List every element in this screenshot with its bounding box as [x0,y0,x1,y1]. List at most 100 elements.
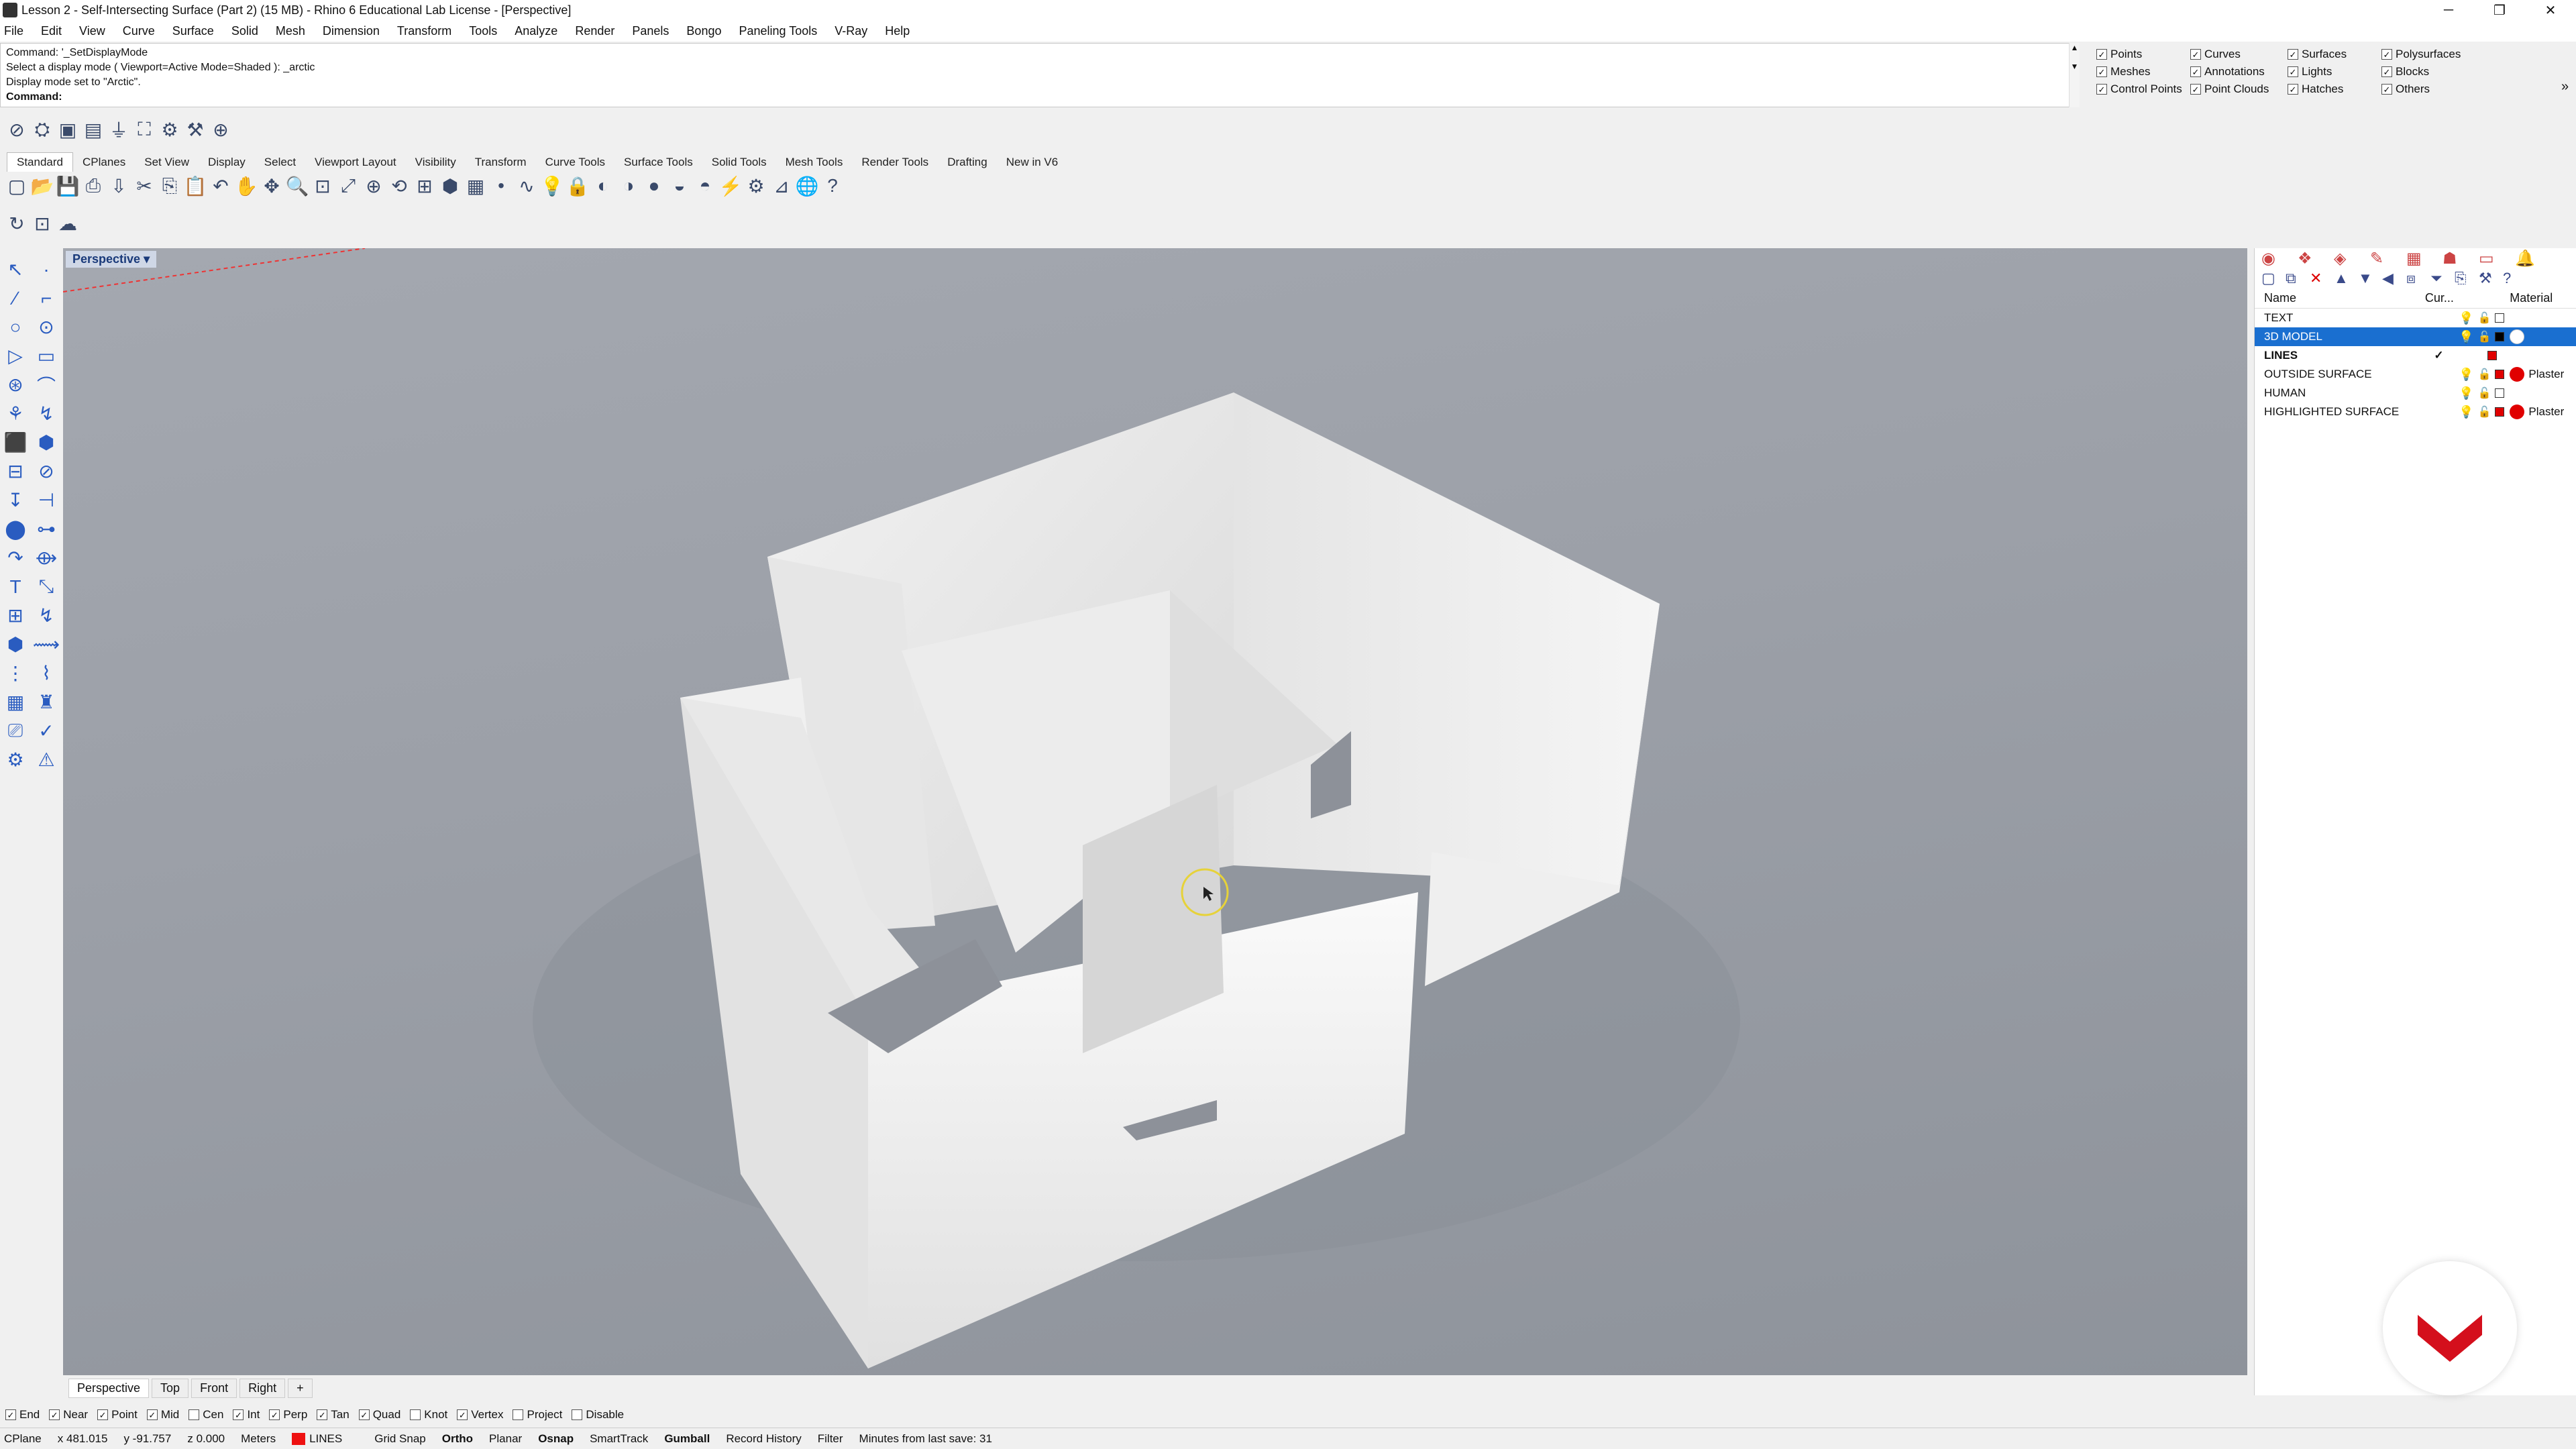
notification-bell-icon[interactable]: 🔔 [2515,249,2551,268]
scale-tool-icon[interactable]: ⤡ [39,576,54,598]
layer-row-highlighted-surface[interactable]: HIGHLIGHTED SURFACE 💡 🔓 Plaster [2255,402,2576,421]
notes-icon[interactable]: ▭ [2479,249,2515,268]
material-column-header[interactable]: Material [2504,291,2576,305]
command-scrollbar[interactable]: ▲ ▼ [2069,43,2080,107]
tab-transform[interactable]: Transform [466,153,536,172]
options-icon[interactable]: ⚙ [743,173,769,199]
tab-standard[interactable]: Standard [7,152,73,172]
lock-icon[interactable]: 🔒 [565,173,590,199]
menu-view[interactable]: View [79,24,105,38]
menu-edit[interactable]: Edit [41,24,62,38]
unlock-icon[interactable]: 🔓 [2477,386,2491,400]
split-tool-icon[interactable]: ↧ [7,489,23,511]
circle-tool-icon[interactable]: ○ [10,317,21,338]
filter-meshes[interactable]: ✓ Meshes [2096,63,2190,80]
layer-material[interactable] [2504,329,2576,344]
tab-set-view[interactable]: Set View [135,153,199,172]
text-tool-icon[interactable]: T [9,576,21,598]
polygon-tool-icon[interactable]: ▷ [8,345,23,367]
cut-icon[interactable]: ✂ [131,173,157,199]
bongo-icon[interactable]: ⛶ [131,117,157,142]
osnap-vertex[interactable]: ✓ Vertex [457,1408,503,1421]
filter-surfaces[interactable]: ✓ Surfaces [2288,46,2381,63]
checkbox-icon[interactable]: ✓ [97,1409,109,1420]
layer-color-swatch[interactable] [2487,351,2498,360]
menu-bongo[interactable]: Bongo [686,24,721,38]
menu-paneling-tools[interactable]: Paneling Tools [739,24,817,38]
print-icon[interactable]: ⎙ [80,173,106,199]
tab-new-in-v6[interactable]: New in V6 [997,153,1067,172]
close-icon[interactable]: ✕ [2525,0,2576,20]
checkbox-icon[interactable]: ✓ [2381,84,2392,95]
command-history[interactable]: Command: '_SetDisplayMode Select a displ… [0,43,2080,107]
line-tool-icon[interactable]: ∕ [14,288,17,309]
layer-row-outside-surface[interactable]: OUTSIDE SURFACE 💡 🔓 Plaster [2255,365,2576,384]
ball-icon[interactable]: ◒ [667,173,692,199]
layer-color-swatch[interactable] [2495,388,2505,398]
layers-icon[interactable]: ❖ [2298,249,2334,268]
properties-icon[interactable]: ◉ [2261,249,2298,268]
grid-tool-icon[interactable]: ⊞ [7,604,23,627]
unlock-icon[interactable]: 🔓 [2477,311,2491,325]
menu-v-ray[interactable]: V-Ray [835,24,867,38]
tab-surface-tools[interactable]: Surface Tools [614,153,702,172]
new-layer-icon[interactable]: ▢ [2261,270,2286,287]
layer-color-swatch[interactable] [2495,332,2505,341]
new-file-icon[interactable]: ▢ [4,173,30,199]
menu-dimension[interactable]: Dimension [323,24,380,38]
layer-row-text[interactable]: TEXT 💡 🔓 [2255,309,2576,327]
3d-model-render[interactable] [63,248,2247,1375]
checkbox-icon[interactable] [189,1409,200,1420]
help-circle-icon[interactable]: ? [2503,270,2527,287]
box-tool-icon[interactable]: ⬛ [4,431,28,453]
viewport-tab-top[interactable]: Top [152,1378,189,1398]
layout-tool-icon[interactable]: ⎚ [8,720,23,742]
planar-toggle[interactable]: Planar [489,1432,522,1446]
environment-icon[interactable]: ◓ [692,173,718,199]
menu-analyze[interactable]: Analyze [515,24,557,38]
cage-tool-icon[interactable]: ▦ [7,691,24,713]
filter-point-clouds[interactable]: ✓ Point Clouds [2190,80,2288,98]
filter-polysurfaces[interactable]: ✓ Polysurfaces [2381,46,2496,63]
layer-row-lines[interactable]: LINES ✓ [2255,346,2576,365]
extrude-tool-icon[interactable]: ⊟ [7,460,23,482]
filter-toggle[interactable]: Filter [818,1432,843,1446]
point-tool-icon[interactable]: · [43,259,49,280]
add-viewport-icon[interactable]: + [288,1378,313,1398]
layer-material[interactable]: Plaster [2504,405,2576,419]
curve-tool-icon[interactable]: ⌒ [37,372,56,398]
checkbox-icon[interactable]: ✓ [2096,84,2107,95]
explode-tool-icon[interactable]: ↯ [38,402,54,425]
pan-icon[interactable]: ✋ [233,173,259,199]
rectangle-tool-icon[interactable]: ▭ [38,345,55,367]
osnap-end[interactable]: ✓ End [5,1408,40,1421]
menu-panels[interactable]: Panels [632,24,669,38]
osnap-tan[interactable]: ✓ Tan [317,1408,350,1421]
unlock-icon[interactable]: 🔓 [2477,405,2491,419]
move-up-icon[interactable]: ▲ [2334,270,2358,287]
restore-icon[interactable]: ❐ [2474,0,2525,20]
layer-color-swatch[interactable] [2495,313,2505,323]
render-color-icon[interactable]: ◑ [616,173,641,199]
osnap-cen[interactable]: Cen [189,1408,223,1421]
tools-icon[interactable]: ⚒ [2479,270,2503,287]
blend-tool-icon[interactable]: ⊶ [37,518,56,540]
flash-icon[interactable]: ⚡ [718,173,743,199]
checkbox-icon[interactable]: ✓ [146,1409,158,1420]
material-icon[interactable]: ◐ [590,173,616,199]
menu-transform[interactable]: Transform [397,24,451,38]
lightbulb-icon[interactable]: 💡 [2459,386,2473,400]
current-column-header[interactable]: Cur... [2420,291,2459,305]
layer-name[interactable]: TEXT [2264,311,2420,325]
checkbox-icon[interactable] [513,1409,524,1420]
menu-curve[interactable]: Curve [123,24,155,38]
move-view-icon[interactable]: ✥ [259,173,284,199]
freeform-tool-icon[interactable]: ⚘ [7,402,23,425]
tab-visibility[interactable]: Visibility [406,153,466,172]
cloud-icon[interactable]: ☁ [55,211,80,236]
layer-name[interactable]: HIGHLIGHTED SURFACE [2264,405,2420,419]
rotate-view-icon[interactable]: ⟲ [386,173,412,199]
dots-tool-icon[interactable]: ⋮ [6,662,25,684]
rotate-view-icon[interactable]: ↻ [4,211,30,236]
curve-tools-tool-icon[interactable]: ⌇ [42,662,51,684]
